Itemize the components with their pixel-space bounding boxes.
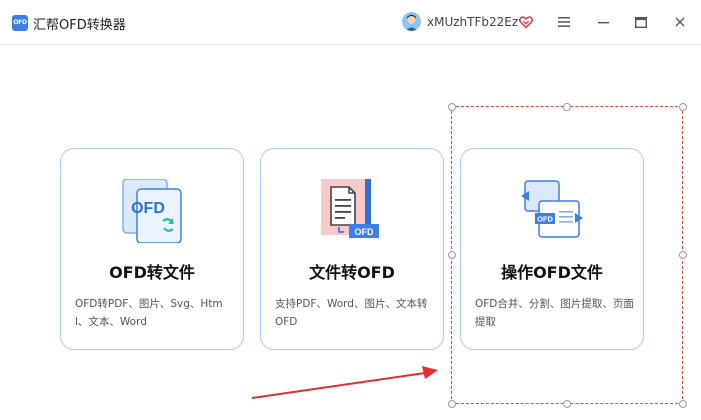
annotation-arrow-icon bbox=[251, 366, 438, 399]
